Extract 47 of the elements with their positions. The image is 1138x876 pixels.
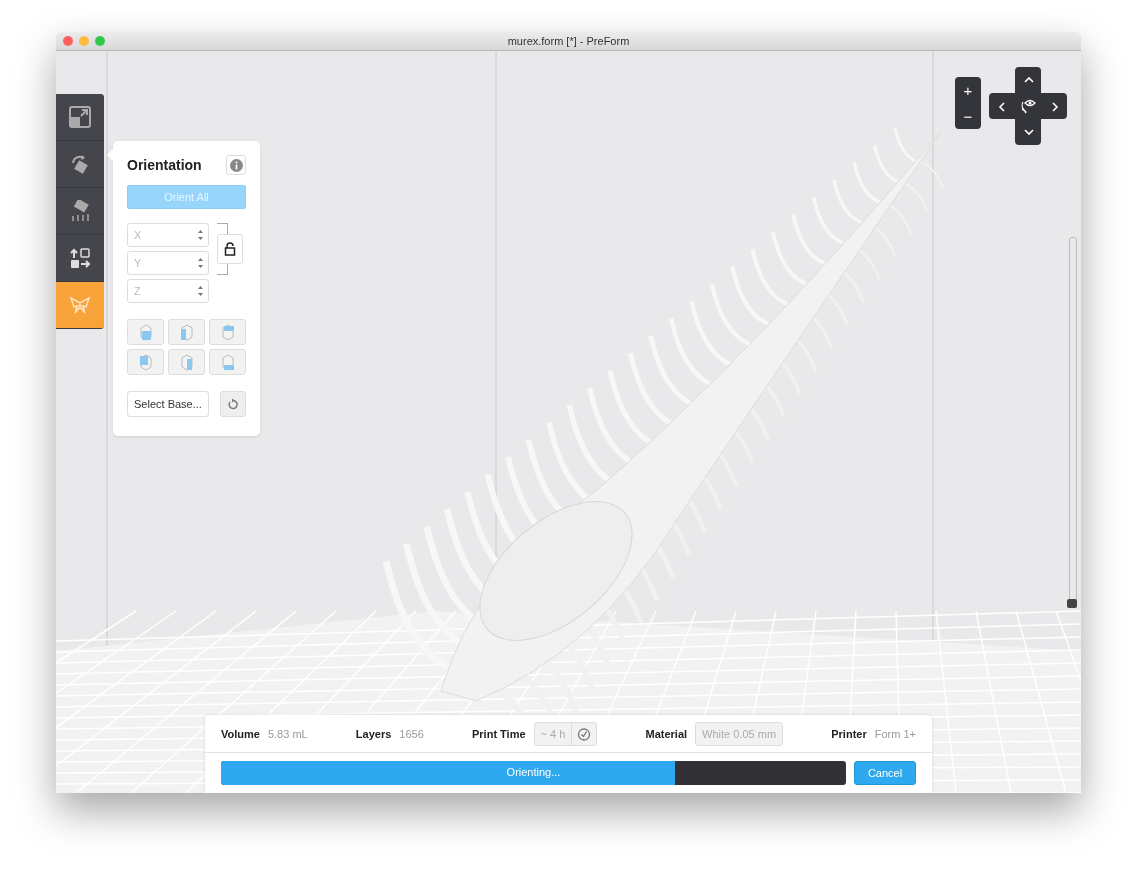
info-icon	[229, 158, 243, 172]
panel-title: Orientation	[127, 157, 202, 173]
stat-label: Print Time	[472, 727, 526, 740]
pan-left-button[interactable]	[989, 93, 1015, 119]
scale-icon	[69, 106, 91, 128]
select-base-button[interactable]: Select Base...	[127, 391, 209, 417]
axis-spinbox[interactable]: Z	[127, 279, 209, 303]
cancel-button[interactable]: Cancel	[854, 761, 916, 785]
chevron-icon	[996, 100, 1008, 112]
lock-button[interactable]	[217, 234, 243, 264]
print-time-field[interactable]: ~ 4 h	[533, 721, 598, 746]
spinner-arrows-icon[interactable]	[197, 285, 204, 297]
clock-check-icon	[577, 726, 592, 741]
stat-label: Layers	[355, 727, 392, 740]
stat-label: Volume	[221, 727, 260, 740]
chevron-icon	[1022, 126, 1034, 138]
orient-all-button[interactable]: Orient All	[127, 185, 246, 209]
axis-spinbox[interactable]: Y	[127, 251, 209, 275]
reset-icon	[227, 398, 239, 410]
material-field[interactable]: White 0.05 mm	[695, 721, 784, 746]
stat-value: 5.83 mL	[267, 727, 308, 740]
butterfly-icon	[69, 294, 91, 316]
pan-down-button[interactable]	[1015, 119, 1041, 145]
lock-open-icon	[224, 242, 236, 256]
window-title: murex.form [*] - PreForm	[507, 35, 630, 47]
spinner-arrows-icon[interactable]	[197, 257, 204, 269]
slider-thumb[interactable]	[1067, 599, 1077, 608]
stat-value: Form 1+	[874, 727, 916, 740]
spinner-arrows-icon[interactable]	[197, 229, 204, 241]
eye-icon	[1019, 98, 1037, 114]
rotate-icon	[69, 153, 91, 175]
info-button[interactable]	[226, 155, 246, 175]
stat-label: Material	[645, 727, 688, 740]
pan-right-button[interactable]	[1041, 93, 1067, 119]
toolbar-button[interactable]	[56, 94, 104, 141]
stat-value: 1656	[399, 727, 424, 740]
pan-up-button[interactable]	[1015, 67, 1041, 93]
zoom-out-button[interactable]: −	[955, 103, 981, 129]
supports-icon	[69, 200, 91, 222]
stat-label: Printer	[831, 727, 867, 740]
layout-icon	[69, 247, 91, 269]
zoom-in-button[interactable]: +	[955, 77, 981, 103]
close-button[interactable]	[63, 36, 73, 46]
reset-button[interactable]	[220, 391, 246, 417]
progress-label: Orienting...	[505, 766, 562, 778]
axis-spinbox[interactable]: X	[127, 223, 209, 247]
toolbar-button[interactable]	[56, 282, 104, 329]
